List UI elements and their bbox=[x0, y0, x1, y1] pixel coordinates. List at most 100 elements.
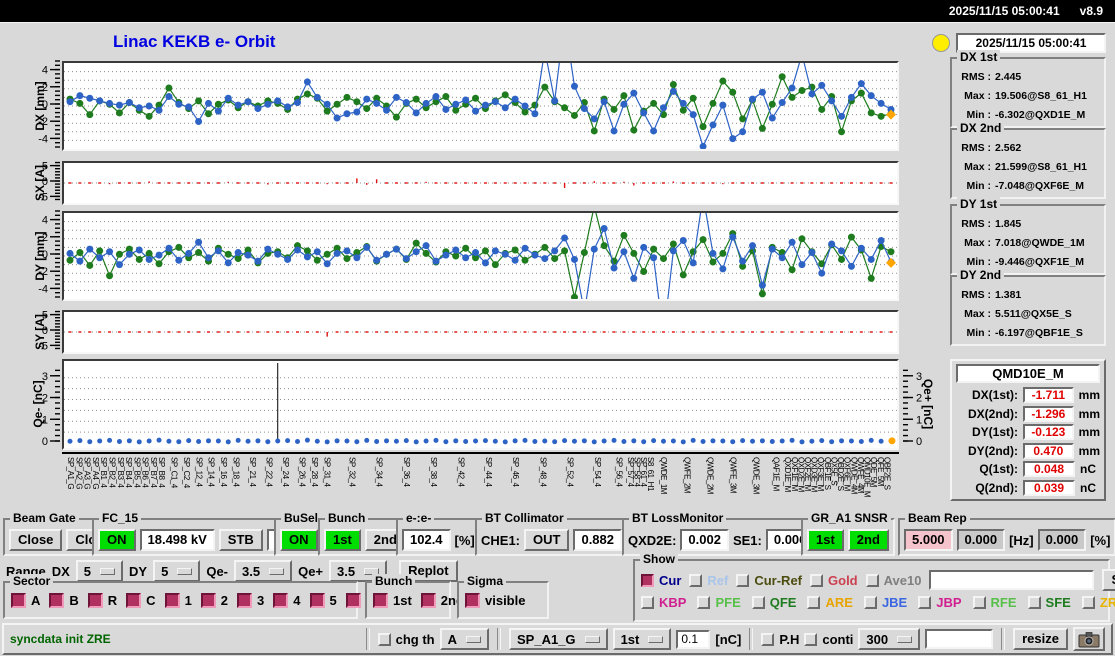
stat-label: RMS : bbox=[961, 218, 991, 230]
bunch-select-option[interactable]: 1st bbox=[612, 628, 672, 650]
monitor-label: Q(2nd): bbox=[975, 480, 1018, 495]
stats-title: DY 2nd bbox=[957, 268, 1005, 282]
range-qe-option[interactable]: 3.5 bbox=[234, 560, 293, 582]
show-toggle-jbp[interactable]: JBP bbox=[918, 595, 962, 610]
sp-select-option[interactable]: SP_A1_G bbox=[509, 628, 608, 650]
toggle-sector-1[interactable]: 1 bbox=[164, 593, 192, 608]
show-toggle-rfe[interactable]: RFE bbox=[972, 595, 1017, 610]
range-dy-label: DY bbox=[129, 563, 148, 579]
show-label: ZRE bbox=[1099, 595, 1115, 610]
show-toggle-ref[interactable]: Ref bbox=[689, 573, 728, 588]
show-toggle-qfe[interactable]: QFE bbox=[751, 595, 796, 610]
monitor-panel: QMD10E_M DX(1st): -1.711 mm DX(2nd): -1.296… bbox=[950, 359, 1106, 501]
camera-button[interactable] bbox=[1073, 627, 1105, 651]
check-label: conti bbox=[822, 631, 854, 647]
checkbox-icon bbox=[641, 596, 654, 609]
gr-a1-snsr-1st-button[interactable]: 1st bbox=[807, 529, 844, 551]
title-bar: 2025/11/15 05:00:41 v8.9 bbox=[0, 0, 1115, 22]
x-tick-label-sp-34-4: SP_34_4 bbox=[374, 457, 384, 487]
x-tick-label-sp-36-4: SP_36_4 bbox=[401, 457, 411, 487]
chg-th-checkbox[interactable]: chg th bbox=[377, 632, 435, 647]
chg-th-option[interactable]: A bbox=[439, 628, 490, 650]
resize-button[interactable]: resize bbox=[1013, 628, 1068, 650]
show-toggle-jbe[interactable]: JBE bbox=[863, 595, 907, 610]
ph-checkbox[interactable]: P.H bbox=[761, 632, 799, 647]
toggle-sector-b[interactable]: B bbox=[49, 593, 79, 608]
range-dx-option[interactable]: 5 bbox=[75, 560, 124, 582]
bunch-1st-button[interactable]: 1st bbox=[324, 529, 361, 551]
show-toggle-pfe[interactable]: PFE bbox=[697, 595, 741, 610]
x-tick-label-sp-52-4: SP_52_4 bbox=[565, 457, 575, 487]
bunch-group-title: Bunch bbox=[372, 574, 416, 588]
show-toggle-sfe[interactable]: SFE bbox=[1027, 595, 1071, 610]
toggle-sector-5[interactable]: 5 bbox=[309, 593, 337, 608]
set-ref-button[interactable]: Set Ref bbox=[1102, 569, 1115, 591]
show-toggle-cur-ref[interactable]: Cur-Ref bbox=[736, 573, 802, 588]
chart-qe bbox=[62, 359, 899, 450]
gr-a1-snsr-2nd-button[interactable]: 2nd bbox=[847, 529, 889, 551]
checkbox-icon bbox=[420, 593, 436, 608]
show-toggle-zre[interactable]: ZRE bbox=[1081, 595, 1115, 610]
show-toggle-ave10[interactable]: Ave10 bbox=[865, 573, 921, 588]
fc-15-stb-button[interactable]: STB bbox=[218, 529, 263, 551]
chart-dy bbox=[62, 192, 899, 341]
x-tick-label-qaf1e-m: QAF1E_M bbox=[771, 457, 781, 491]
toggle-sector-r[interactable]: R bbox=[87, 593, 117, 608]
stat-label: Max : bbox=[964, 308, 991, 320]
bt-collimator-out-button[interactable]: OUT bbox=[524, 529, 570, 551]
sector-group: SectorABRC123456BT bbox=[3, 574, 419, 619]
busel-on-button[interactable]: ON bbox=[280, 529, 318, 551]
x-tick-label-sp-a3-g: SP_A3_G bbox=[82, 457, 92, 490]
toggle-sector-3[interactable]: 3 bbox=[237, 593, 264, 608]
show-toggle-are[interactable]: ARE bbox=[807, 595, 853, 610]
monitor-label: DX(2nd): bbox=[968, 406, 1018, 421]
checkbox-icon bbox=[237, 593, 253, 608]
checkbox-icon bbox=[11, 593, 26, 608]
show-label: Cur-Ref bbox=[754, 572, 803, 588]
checkbox-icon bbox=[807, 596, 821, 609]
stats-title: DY 1st bbox=[957, 197, 1001, 211]
toggle-label: B bbox=[69, 593, 79, 608]
show-label: KBP bbox=[659, 595, 687, 610]
checkbox-icon bbox=[689, 573, 703, 587]
group-e-e: e-:e- 102.4 [%] bbox=[396, 511, 481, 556]
show-toggle-kbp[interactable]: KBP bbox=[641, 595, 686, 610]
checkbox-icon bbox=[373, 593, 388, 608]
show-label: Ref bbox=[707, 572, 729, 588]
toggle-sector-2[interactable]: 2 bbox=[200, 593, 228, 608]
titlebar-clock: 2025/11/15 05:00:41 bbox=[948, 4, 1060, 18]
interval-option[interactable]: 300 bbox=[858, 628, 921, 650]
threshold-field[interactable]: 0.1 bbox=[676, 629, 711, 649]
show-toggle-cur[interactable]: Cur bbox=[641, 573, 681, 588]
option-value: 5 bbox=[83, 563, 92, 579]
sector-group-title: Sector bbox=[10, 574, 54, 588]
checkbox-icon bbox=[87, 593, 103, 608]
range-dy-option[interactable]: 5 bbox=[153, 560, 201, 582]
toggle-sector-a[interactable]: A bbox=[11, 593, 40, 608]
toggle-sigma-visible[interactable]: visible bbox=[465, 593, 525, 608]
checkbox-icon bbox=[465, 593, 480, 608]
toggle-sector-4[interactable]: 4 bbox=[273, 593, 301, 608]
option-value: 300 bbox=[866, 631, 889, 647]
option-value: 3.5 bbox=[337, 563, 356, 579]
toggle-bunch-1st[interactable]: 1st bbox=[373, 593, 412, 608]
beam-rep-value-field: 0.000 bbox=[1037, 529, 1087, 551]
toggle-sector-c[interactable]: C bbox=[126, 593, 156, 608]
fc-15-on-button[interactable]: ON bbox=[98, 529, 136, 551]
option-menu-indicator bbox=[269, 567, 285, 575]
axis-title-qe-right: Qe+ [nC] bbox=[921, 378, 935, 430]
beam-gate-close-button[interactable]: Close bbox=[9, 529, 63, 551]
misc-input[interactable] bbox=[925, 629, 994, 649]
bt-collimator-value-field: 0.882 bbox=[573, 529, 623, 551]
conti-checkbox[interactable]: conti bbox=[804, 632, 853, 647]
checkbox-icon bbox=[751, 596, 765, 609]
stat-value: 19.506@S8_61_H1 bbox=[995, 90, 1087, 102]
x-tick-label-sp-46-4: SP_46_4 bbox=[511, 457, 521, 487]
ref-input[interactable] bbox=[929, 570, 1095, 590]
x-tick-label-sp-b4-4: SP_B4_4 bbox=[124, 457, 134, 488]
show-toggle-gold[interactable]: Gold bbox=[810, 573, 858, 588]
titlebar-version: v8.9 bbox=[1079, 4, 1103, 18]
option-menu-indicator bbox=[584, 635, 600, 643]
stat-value: -7.048@QXF6E_M bbox=[995, 180, 1085, 192]
x-tick-label-sp-b5-4: SP_B5_4 bbox=[132, 457, 142, 488]
